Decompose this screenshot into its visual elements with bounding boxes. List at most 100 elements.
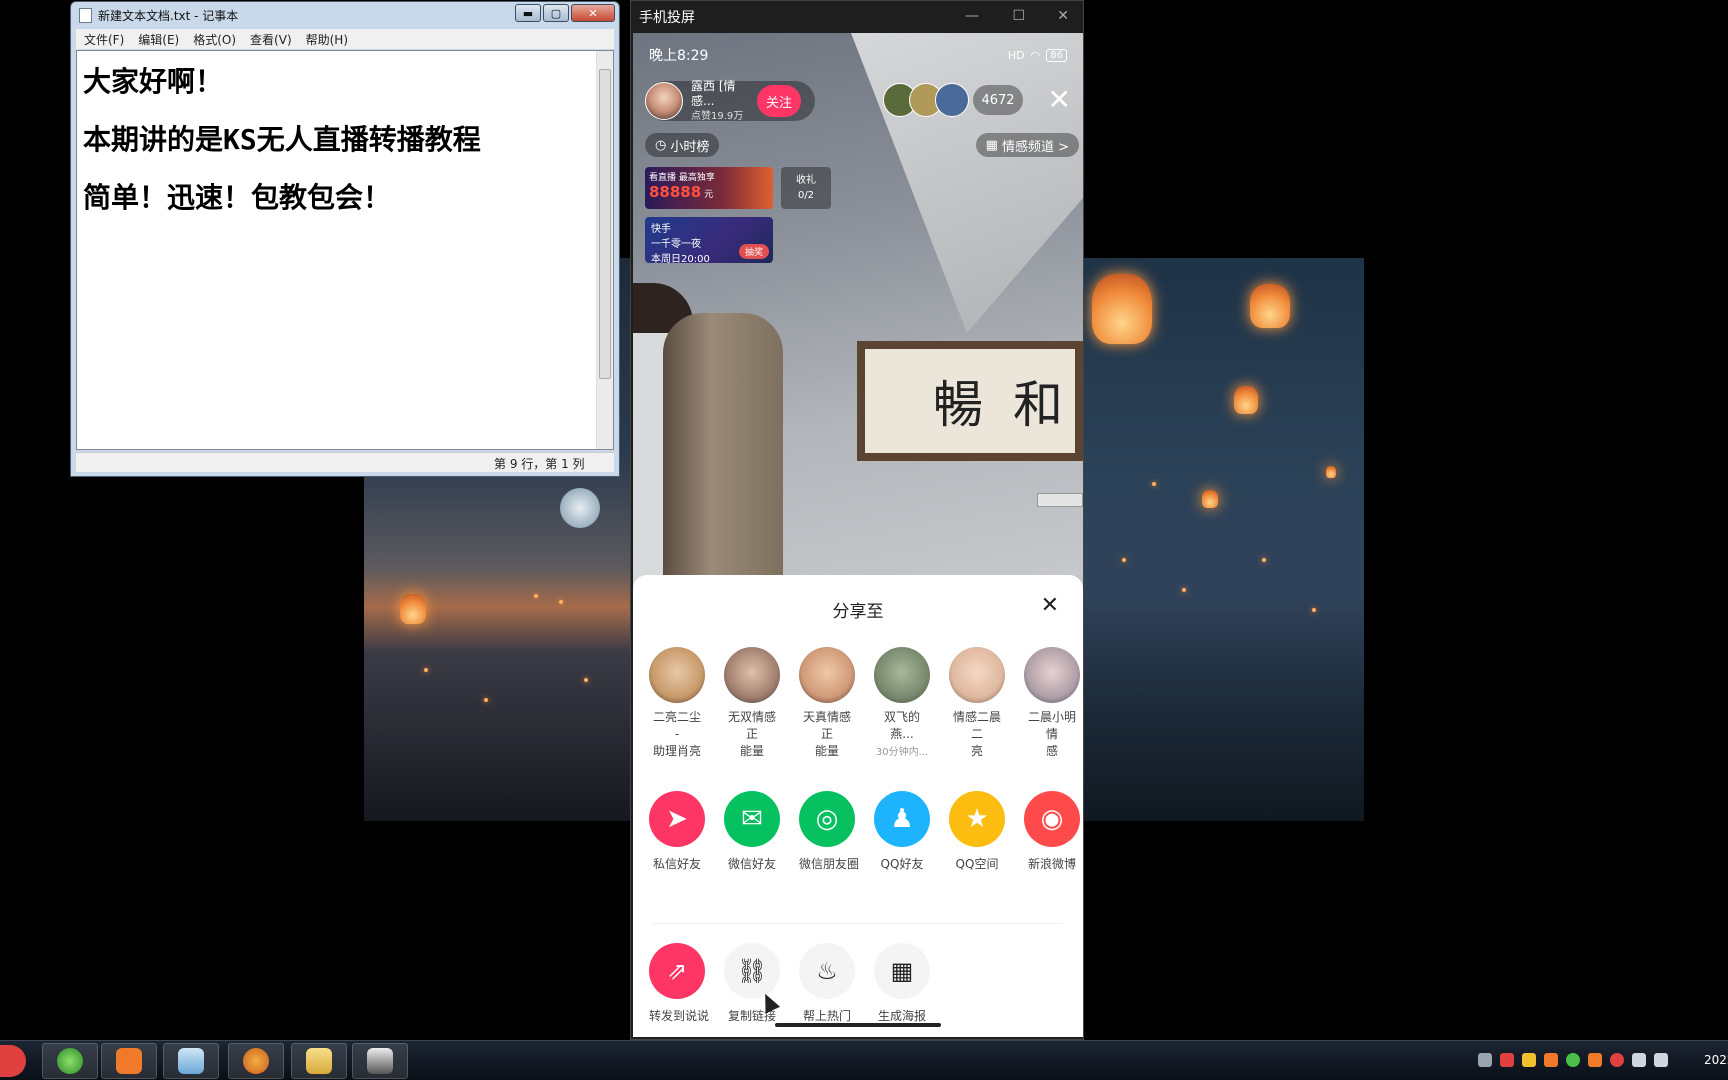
contact-name: 情感二晨二	[952, 710, 1001, 741]
app-tray-icon[interactable]	[1500, 1053, 1514, 1067]
close-icon[interactable]: ✕	[1048, 83, 1071, 116]
viewer-list[interactable]: 4672	[883, 83, 1023, 117]
wechat-icon: ✉	[724, 791, 780, 847]
taskbar-music-app[interactable]	[101, 1043, 157, 1079]
lantern-light	[584, 678, 588, 682]
netease-tray-icon[interactable]	[1610, 1053, 1624, 1067]
contact-name: 能量	[814, 744, 839, 758]
close-icon[interactable]: ✕	[1041, 593, 1059, 618]
wall-socket	[1037, 493, 1083, 507]
taskbar-clock[interactable]: 2022	[1704, 1053, 1728, 1067]
rank-label: 小时榜	[670, 139, 710, 155]
minimize-button[interactable]: —	[965, 8, 979, 24]
home-indicator[interactable]	[775, 1023, 941, 1027]
contact-item[interactable]: 双飞的燕... 30分钟内...	[874, 647, 930, 760]
contact-avatar	[649, 647, 705, 703]
menu-file[interactable]: 文件(F)	[84, 31, 124, 48]
viewer-avatar[interactable]	[935, 83, 969, 117]
maximize-button[interactable]: ☐	[1012, 8, 1025, 24]
gift-counter[interactable]: 收礼 0/2	[781, 167, 831, 209]
close-button[interactable]: ✕	[1057, 8, 1069, 24]
share-private-message[interactable]: ➤ 私信好友	[649, 791, 705, 872]
promo-banner[interactable]: 看直播 最高独享 88888 元	[645, 167, 773, 209]
contact-item[interactable]: 天真情感正 能量	[799, 647, 855, 760]
channel-badge[interactable]: ▦ 情感频道 >	[975, 133, 1079, 157]
share-qq-friend[interactable]: ♟ QQ好友	[874, 791, 930, 872]
menu-view[interactable]: 查看(V)	[250, 31, 292, 48]
menu-edit[interactable]: 编辑(E)	[138, 31, 179, 48]
lantern-light	[1152, 482, 1156, 486]
game-icon	[243, 1048, 269, 1074]
taskbar-game[interactable]	[228, 1043, 284, 1079]
grid-icon: ▦	[985, 137, 998, 153]
window-title: 新建文本文档.txt - 记事本	[98, 8, 239, 23]
moon-image	[560, 488, 600, 528]
taskbar-file-explorer[interactable]	[291, 1043, 347, 1079]
app-label: 新浪微博	[1027, 857, 1076, 871]
phone-mirror-window[interactable]: 手机投屏 — ☐ ✕ 暢 和 晚上8:29 HD ◠ 86 露西 [情感... …	[630, 0, 1084, 1040]
taskbar-browser[interactable]	[42, 1043, 98, 1079]
scrollbar-thumb[interactable]	[599, 69, 611, 379]
lottery-button[interactable]: 抽奖	[738, 244, 769, 259]
cursor-position: 第 9 行，第 1 列	[494, 457, 585, 471]
share-sheet: 分享至 ✕ 二亮二尘 - 助理肖亮 无双情感正 能量 天真情感正 能量 双飞的燕…	[633, 575, 1083, 1037]
keyboard-icon[interactable]	[1478, 1053, 1492, 1067]
network-icon[interactable]	[1632, 1053, 1646, 1067]
phone-screen[interactable]: 暢 和 晚上8:29 HD ◠ 86 露西 [情感... 点赞19.9万 关注 …	[633, 33, 1083, 1037]
notepad-window[interactable]: 新建文本文档.txt - 记事本 ▬ ▢ ✕ 文件(F) 编辑(E) 格式(O)…	[70, 1, 620, 477]
contact-item[interactable]: 情感二晨二 亮	[949, 647, 1005, 760]
event-banner[interactable]: 快手 一千零一夜 本周日20:00 抽奖	[645, 217, 773, 265]
contact-item[interactable]: 二晨小明情 感	[1024, 647, 1080, 760]
clock-icon: ◷	[655, 137, 667, 153]
qq-tray-icon[interactable]	[1522, 1053, 1536, 1067]
menu-bar: 文件(F) 编辑(E) 格式(O) 查看(V) 帮助(H)	[76, 29, 614, 49]
text-editor[interactable]: 大家好啊！ 本期讲的是KS无人直播转播教程 简单！迅速！包教包会！	[76, 50, 614, 450]
volume-icon[interactable]	[1654, 1053, 1668, 1067]
contact-item[interactable]: 无双情感正 能量	[724, 647, 780, 760]
generate-poster-button[interactable]: ▦ 生成海报	[874, 943, 930, 1024]
music-app-icon	[116, 1048, 142, 1074]
update-tray-icon[interactable]	[1566, 1053, 1580, 1067]
hourly-rank-badge[interactable]: ◷ 小时榜	[645, 133, 720, 157]
text-line: 简单！迅速！包教包会！	[83, 181, 392, 214]
minimize-button[interactable]: ▬	[515, 4, 541, 22]
share-weibo[interactable]: ◉ 新浪微博	[1024, 791, 1080, 872]
maximize-button[interactable]: ▢	[543, 4, 569, 22]
host-card[interactable]: 露西 [情感... 点赞19.9万 关注	[645, 79, 815, 122]
share-qzone[interactable]: ★ QQ空间	[949, 791, 1005, 872]
host-avatar[interactable]	[645, 82, 683, 120]
music-tray-icon[interactable]	[1588, 1053, 1602, 1067]
start-app-icon[interactable]	[0, 1045, 26, 1077]
repost-to-moments[interactable]: ⇗ 转发到说说	[649, 943, 710, 1024]
promo-amount: 88888	[649, 183, 702, 201]
share-action-list: ⇗ 转发到说说 ⛓ 复制链接 ♨ 帮上热门 ▦ 生成海报	[649, 943, 930, 1024]
host-likes: 点赞19.9万	[691, 110, 744, 122]
vertical-scrollbar[interactable]	[596, 51, 613, 449]
contact-avatar	[949, 647, 1005, 703]
share-wechat-friend[interactable]: ✉ 微信好友	[724, 791, 780, 872]
contact-item[interactable]: 二亮二尘 - 助理肖亮	[649, 647, 705, 760]
action-label: 转发到说说	[649, 1009, 710, 1023]
taskbar: 2022	[0, 1040, 1728, 1080]
desktop: 新建文本文档.txt - 记事本 ▬ ▢ ✕ 文件(F) 编辑(E) 格式(O)…	[0, 0, 1728, 1080]
boost-trending-button[interactable]: ♨ 帮上热门	[799, 943, 855, 1024]
contact-name: 双飞的燕...	[883, 710, 920, 741]
browser-icon	[57, 1048, 83, 1074]
share-wechat-moments[interactable]: ◎ 微信朋友圈	[799, 791, 860, 872]
taskbar-notepad[interactable]	[163, 1043, 219, 1079]
speaker-tray-icon[interactable]	[1544, 1053, 1558, 1067]
menu-help[interactable]: 帮助(H)	[306, 31, 348, 48]
contact-name: 感	[1045, 744, 1058, 758]
close-button[interactable]: ✕	[571, 4, 615, 22]
app-label: 微信朋友圈	[799, 857, 860, 871]
calligraphy-char: 暢	[933, 376, 983, 434]
follow-button[interactable]: 关注	[757, 85, 801, 117]
menu-format[interactable]: 格式(O)	[193, 31, 236, 48]
lantern-light	[559, 600, 563, 604]
viewer-count[interactable]: 4672	[973, 85, 1023, 115]
contact-name: 助理肖亮	[652, 744, 701, 758]
room-background	[851, 33, 1083, 333]
channel-label: 情感频道 >	[1001, 139, 1069, 155]
taskbar-camera-app[interactable]	[352, 1043, 408, 1079]
copy-link-button[interactable]: ⛓ 复制链接	[724, 943, 780, 1024]
